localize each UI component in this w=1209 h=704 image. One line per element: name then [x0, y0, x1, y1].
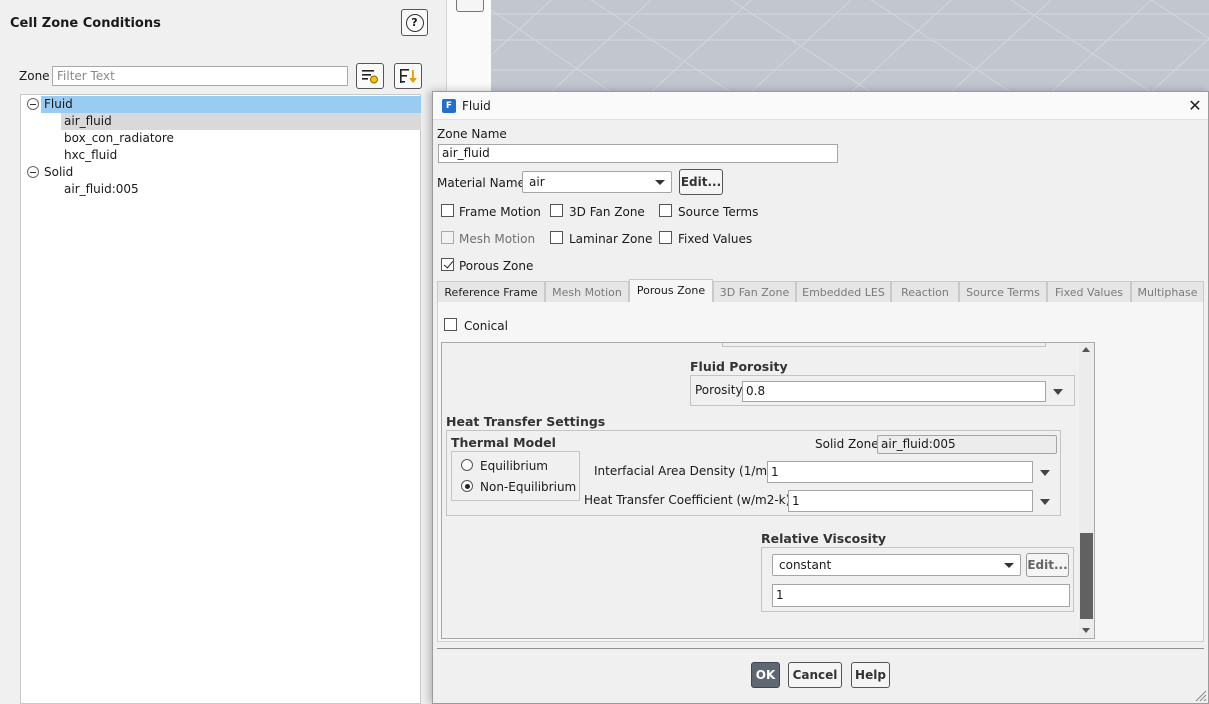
- tree-item-air-fluid-005[interactable]: air_fluid:005: [61, 181, 139, 198]
- collapse-icon[interactable]: [27, 98, 39, 110]
- zone-filter-input[interactable]: [52, 66, 348, 86]
- tree-item-fluid[interactable]: Fluid: [41, 96, 421, 113]
- help-button[interactable]: ?: [401, 9, 428, 36]
- material-name-value: air: [529, 175, 545, 189]
- scroll-down-icon[interactable]: [1082, 628, 1090, 633]
- htc-dropdown-arrow-icon[interactable]: [1040, 499, 1050, 505]
- graphics-toolbar-strip: [446, 0, 491, 92]
- zone-tree: Fluid air_fluid box_con_radiatore hxc_fl…: [20, 94, 421, 704]
- dialog-titlebar[interactable]: F Fluid ✕: [433, 92, 1208, 120]
- tree-item-hxc-fluid[interactable]: hxc_fluid: [61, 147, 117, 164]
- porosity-label: Porosity: [695, 383, 743, 397]
- resize-grip-icon[interactable]: [1193, 688, 1207, 702]
- conical-label: Conical: [464, 319, 508, 333]
- fixed-values-label: Fixed Values: [678, 232, 753, 246]
- tree-item-box-con-radiatore[interactable]: box_con_radiatore: [61, 130, 174, 147]
- fluid-dialog: F Fluid ✕ Zone Name air_fluid Material N…: [432, 91, 1209, 704]
- sort-list-button[interactable]: [394, 63, 422, 89]
- scroll-up-icon[interactable]: [1082, 347, 1090, 352]
- help-button[interactable]: Help: [851, 662, 890, 688]
- tab-mesh-motion[interactable]: Mesh Motion: [545, 281, 629, 303]
- source-terms-label: Source Terms: [678, 205, 759, 219]
- tab-reaction[interactable]: Reaction: [891, 281, 959, 303]
- material-name-label: Material Name: [437, 176, 525, 190]
- question-icon: ?: [405, 13, 424, 32]
- heat-transfer-coefficient-input[interactable]: 1: [788, 490, 1033, 512]
- clipped-group-box: [722, 343, 1046, 347]
- laminar-zone-checkbox[interactable]: [550, 231, 563, 244]
- frame-motion-label: Frame Motion: [459, 205, 541, 219]
- tab-porous-zone[interactable]: Porous Zone: [629, 279, 713, 303]
- solid-zone-value: air_fluid:005: [877, 435, 1057, 454]
- relative-viscosity-method-value: constant: [779, 558, 832, 572]
- tab-3d-fan-zone[interactable]: 3D Fan Zone: [713, 281, 796, 303]
- heat-transfer-coefficient-label: Heat Transfer Coefficient (w/m2-k): [584, 493, 791, 507]
- ok-button[interactable]: OK: [751, 662, 780, 688]
- graphics-toolbar-button[interactable]: [456, 0, 484, 12]
- fixed-values-checkbox[interactable]: [659, 231, 672, 244]
- graphics-viewport[interactable]: [491, 0, 1209, 92]
- non-equilibrium-label: Non-Equilibrium: [480, 480, 577, 494]
- porous-zone-checkbox[interactable]: [441, 258, 454, 271]
- laminar-zone-label: Laminar Zone: [569, 232, 653, 246]
- scrollbar-thumb[interactable]: [1080, 533, 1093, 619]
- cancel-button[interactable]: Cancel: [788, 662, 842, 688]
- solid-zone-label: Solid Zone: [815, 437, 879, 451]
- porosity-input[interactable]: 0.8: [742, 381, 1046, 402]
- iad-dropdown-arrow-icon[interactable]: [1040, 470, 1050, 476]
- dialog-title: Fluid: [462, 99, 491, 113]
- fluid-porosity-title: Fluid Porosity: [690, 359, 788, 374]
- porous-settings-scroll-area[interactable]: Fluid Porosity Porosity 0.8 Heat Transfe…: [441, 342, 1095, 639]
- mesh-motion-checkbox[interactable]: [441, 231, 454, 244]
- zone-name-label: Zone Name: [437, 127, 507, 141]
- chevron-down-icon: [1004, 563, 1014, 568]
- relative-viscosity-input[interactable]: 1: [772, 584, 1070, 607]
- fan-zone-checkbox[interactable]: [550, 204, 563, 217]
- zone-name-input[interactable]: air_fluid: [438, 144, 838, 163]
- relative-viscosity-edit-button[interactable]: Edit...: [1026, 553, 1069, 577]
- interfacial-area-density-label: Interfacial Area Density (1/m): [594, 464, 772, 478]
- zone-label: Zone: [19, 69, 50, 83]
- porosity-dropdown-arrow-icon[interactable]: [1053, 389, 1063, 395]
- tab-fixed-values[interactable]: Fixed Values: [1047, 281, 1131, 303]
- porous-zone-label: Porous Zone: [459, 259, 534, 273]
- mesh-motion-label: Mesh Motion: [459, 232, 536, 246]
- source-terms-checkbox[interactable]: [659, 204, 672, 217]
- tab-embedded-les[interactable]: Embedded LES: [796, 281, 891, 303]
- tab-reference-frame[interactable]: Reference Frame: [437, 281, 545, 303]
- dialog-separator: [437, 648, 1204, 649]
- conical-checkbox[interactable]: [444, 318, 457, 331]
- chevron-down-icon: [655, 180, 665, 185]
- tree-item-air-fluid[interactable]: air_fluid: [61, 113, 421, 130]
- close-icon[interactable]: ✕: [1186, 97, 1204, 115]
- material-name-dropdown[interactable]: air: [522, 171, 672, 193]
- relative-viscosity-method-dropdown[interactable]: constant: [772, 554, 1021, 576]
- fluent-app-icon: F: [442, 99, 456, 113]
- thermal-model-title: Thermal Model: [451, 435, 556, 450]
- filter-list-icon: [362, 70, 378, 84]
- filter-list-button[interactable]: [356, 63, 384, 89]
- tab-source-terms[interactable]: Source Terms: [959, 281, 1047, 303]
- cell-zone-conditions-panel: Cell Zone Conditions ? Zone Fluid air_fl…: [0, 0, 446, 704]
- non-equilibrium-radio[interactable]: [461, 480, 473, 492]
- tree-item-solid[interactable]: Solid: [41, 164, 73, 181]
- tab-multiphase[interactable]: Multiphase: [1131, 281, 1204, 303]
- material-edit-button[interactable]: Edit...: [679, 169, 723, 195]
- equilibrium-radio[interactable]: [461, 459, 473, 471]
- sort-list-icon: [400, 69, 417, 83]
- heat-transfer-settings-title: Heat Transfer Settings: [446, 414, 606, 429]
- relative-viscosity-title: Relative Viscosity: [761, 531, 887, 546]
- grid-lines: [491, 0, 1209, 92]
- equilibrium-label: Equilibrium: [480, 459, 548, 473]
- interfacial-area-density-input[interactable]: 1: [767, 461, 1033, 483]
- collapse-icon[interactable]: [27, 166, 39, 178]
- panel-title: Cell Zone Conditions: [10, 16, 161, 31]
- fan-zone-label: 3D Fan Zone: [569, 205, 645, 219]
- frame-motion-checkbox[interactable]: [441, 204, 454, 217]
